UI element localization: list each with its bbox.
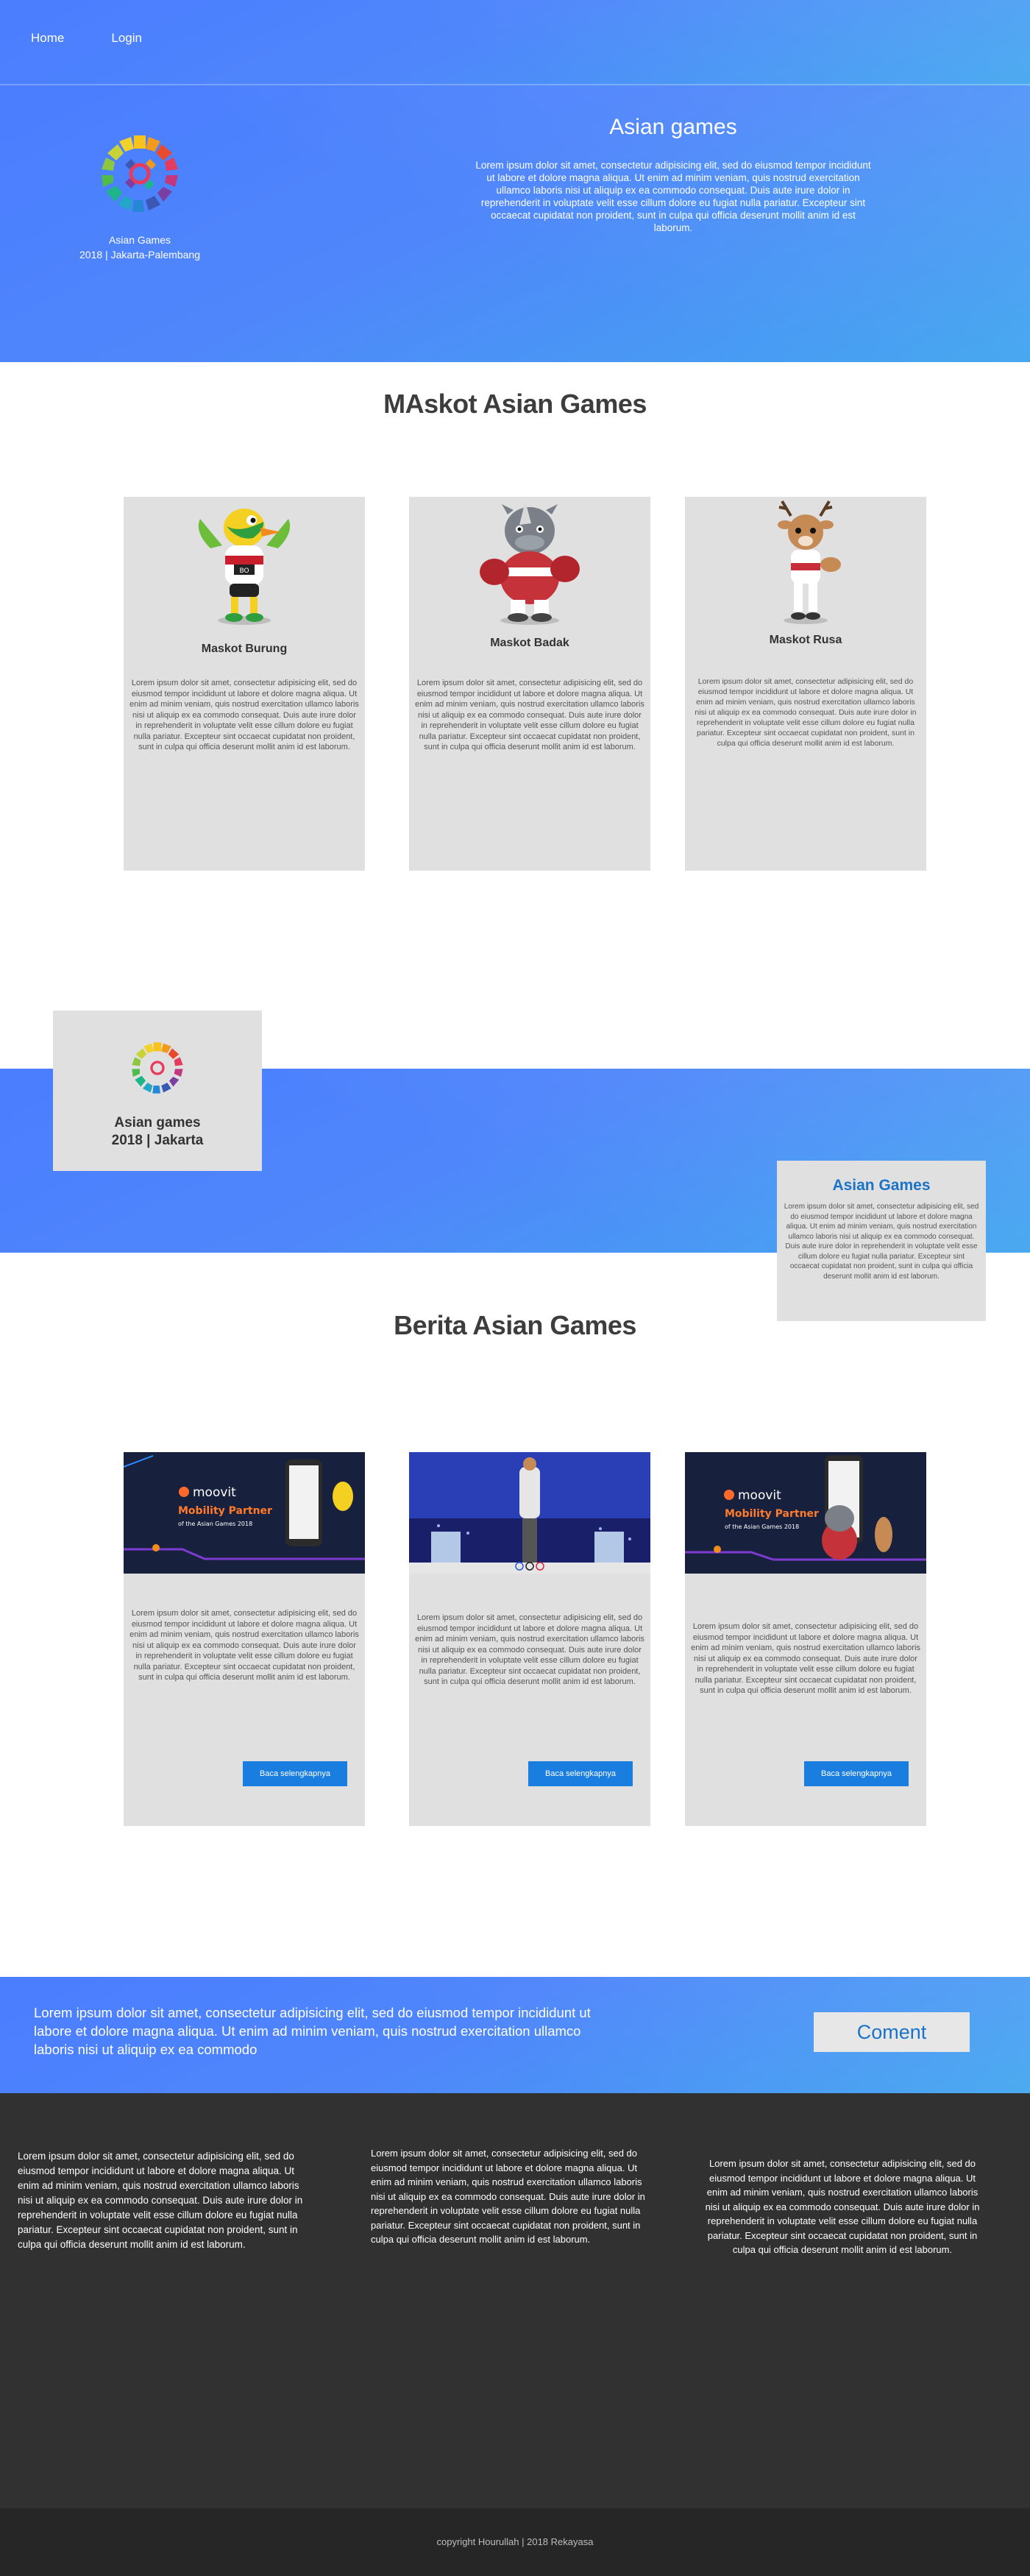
news-card: Lorem ipsum dolor sit amet, consectetur … — [409, 1452, 650, 1826]
mascot-name: Maskot Badak — [490, 637, 569, 649]
news-image: moovit Mobility Partner of the Asian Gam… — [124, 1452, 365, 1574]
mascot-description: Lorem ipsum dolor sit amet, consectetur … — [415, 679, 644, 751]
banner-side-title: Asian Games — [832, 1177, 931, 1194]
mascot-card-rusa: Maskot Rusa Lorem ipsum dolor sit amet, … — [685, 497, 926, 871]
news-subheadline: of the Asian Games 2018 — [178, 1521, 252, 1527]
news-brand: moovit — [193, 1485, 236, 1500]
hero-logo-caption: Asian Games 2018 | Jakarta-Palembang — [59, 233, 221, 262]
mascot-description: Lorem ipsum dolor sit amet, consectetur … — [695, 677, 917, 748]
asian-games-logo-icon — [132, 1042, 183, 1094]
comment-bar-text: Lorem ipsum dolor sit amet, consectetur … — [34, 2005, 591, 2057]
news-description: Lorem ipsum dolor sit amet, consectetur … — [415, 1613, 644, 1686]
read-more-button[interactable]: Baca selengkapnya — [528, 1761, 633, 1786]
mascot-card-burung: BO Maskot Burung Lorem ipsum dolor sit a… — [124, 497, 365, 871]
news-brand: moovit — [738, 1488, 781, 1503]
news-headline: Mobility Partner — [178, 1505, 272, 1517]
news-card: moovit Mobility Partner of the Asian Gam… — [685, 1452, 926, 1826]
bird-mascot-icon: BO — [198, 509, 291, 625]
news-description: Lorem ipsum dolor sit amet, consectetur … — [129, 1609, 359, 1682]
footer-column-3: Lorem ipsum dolor sit amet, consectetur … — [705, 2158, 980, 2255]
banner-label-line1: Asian games — [114, 1115, 201, 1130]
mascot-card-badak: Maskot Badak Lorem ipsum dolor sit amet,… — [409, 497, 650, 871]
news-subheadline: of the Asian Games 2018 — [725, 1524, 799, 1530]
nav-login-link[interactable]: Login — [111, 31, 142, 46]
hero-title: Asian games — [609, 115, 737, 139]
banner-logo-box: Asian games 2018 | Jakarta — [53, 1011, 262, 1171]
news-image — [409, 1452, 650, 1574]
banner-side-text: Lorem ipsum dolor sit amet, consectetur … — [784, 1203, 979, 1281]
svg-text:BO: BO — [239, 567, 249, 575]
rhino-mascot-icon — [480, 501, 580, 625]
footer-column-2: Lorem ipsum dolor sit amet, consectetur … — [371, 2148, 645, 2245]
comment-bar: Lorem ipsum dolor sit amet, consectetur … — [0, 1977, 1030, 2093]
hero-section: Asian Games 2018 | Jakarta-Palembang Asi… — [0, 85, 1030, 362]
read-more-button[interactable]: Baca selengkapnya — [243, 1761, 347, 1786]
hero-description: Lorem ipsum dolor sit amet, consectetur … — [475, 160, 871, 233]
banner-label-line2: 2018 | Jakarta — [111, 1133, 204, 1148]
nav-divider — [0, 84, 1030, 85]
nav-home-link[interactable]: Home — [31, 31, 64, 46]
top-navbar: Home Login — [0, 0, 1030, 85]
comment-button[interactable]: Coment — [814, 2012, 970, 2052]
mascot-name: Maskot Rusa — [769, 634, 842, 646]
footer-column-1: Lorem ipsum dolor sit amet, consectetur … — [18, 2151, 303, 2250]
news-headline: Mobility Partner — [725, 1508, 819, 1520]
copyright-bar: copyright Hourullah | 2018 Rekayasa — [0, 2508, 1030, 2576]
mascot-description: Lorem ipsum dolor sit amet, consectetur … — [129, 679, 359, 751]
hero-logo-caption-line1: Asian Games — [108, 234, 171, 246]
news-description: Lorem ipsum dolor sit amet, consectetur … — [691, 1622, 920, 1695]
mascot-name: Maskot Burung — [201, 643, 288, 655]
news-card: moovit Mobility Partner of the Asian Gam… — [124, 1452, 365, 1826]
hero-logo-caption-line2: 2018 | Jakarta-Palembang — [79, 249, 200, 261]
footer: Lorem ipsum dolor sit amet, consectetur … — [0, 2093, 1030, 2508]
deer-mascot-icon — [778, 500, 841, 624]
banner-side-box: Asian Games Lorem ipsum dolor sit amet, … — [777, 1161, 986, 1321]
asian-games-logo-icon — [102, 135, 178, 212]
mascot-section-title: MAskot Asian Games — [383, 389, 647, 419]
read-more-button[interactable]: Baca selengkapnya — [804, 1761, 909, 1786]
news-image: moovit Mobility Partner of the Asian Gam… — [685, 1452, 926, 1574]
